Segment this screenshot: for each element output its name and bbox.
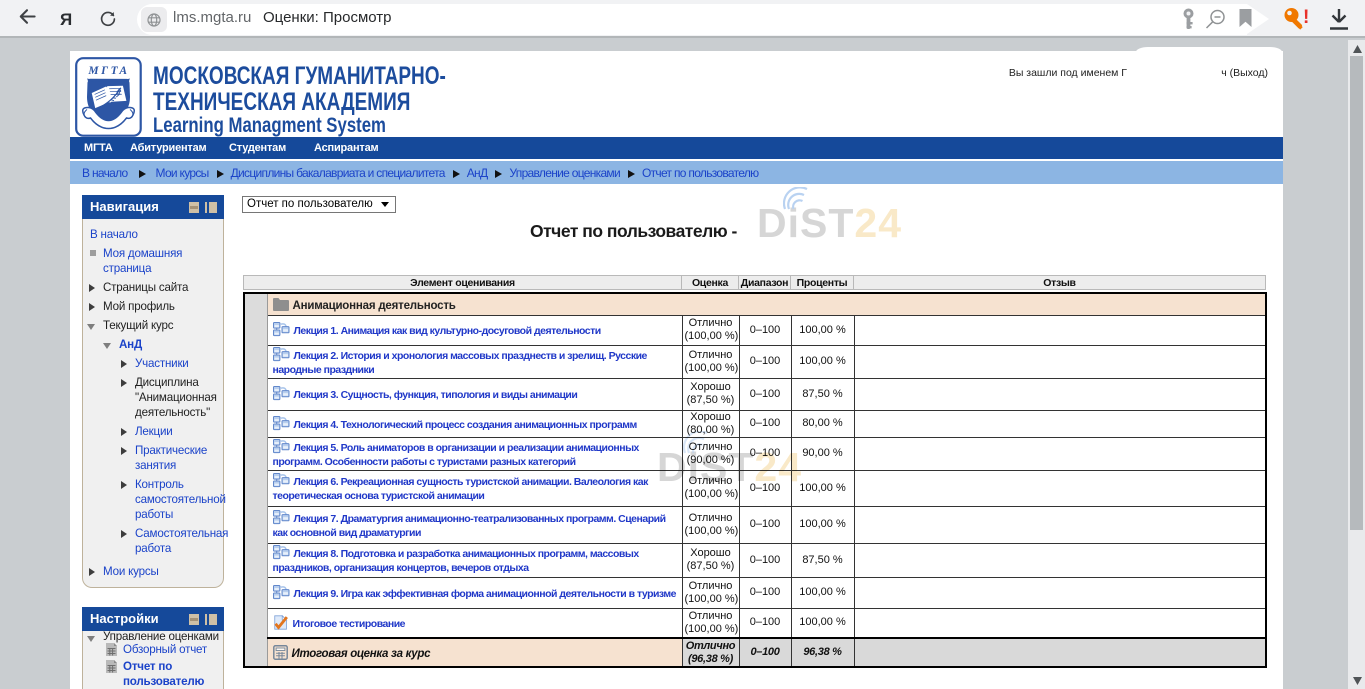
svg-text:!: ! (1303, 7, 1309, 28)
svg-text:МГТА: МГТА (87, 65, 129, 77)
